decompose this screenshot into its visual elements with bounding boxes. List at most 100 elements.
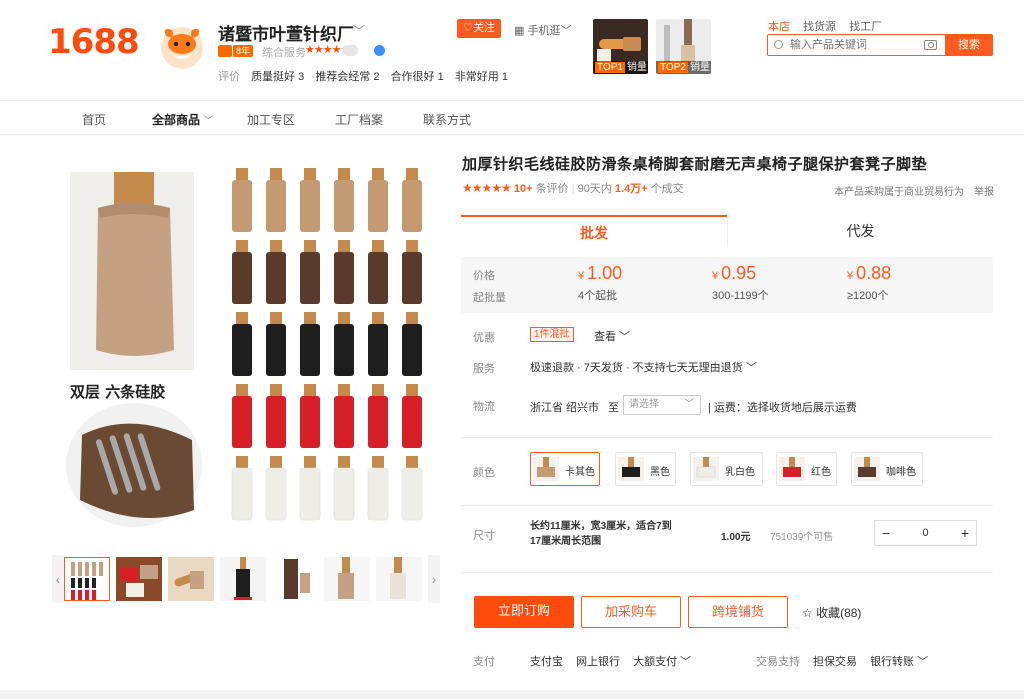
- price-tier: ¥1.00 4个起批: [578, 263, 622, 303]
- trade-support-methods: 担保交易 银行转账 ﹀: [813, 653, 938, 669]
- gallery-caption: 双层 六条硅胶: [70, 383, 165, 401]
- promo-label: 优惠: [473, 332, 495, 344]
- nav-all-products-label: 全部商品: [152, 113, 201, 127]
- logistics-label: 物流: [473, 401, 495, 413]
- thumbnail-strip: ‹ ›: [52, 555, 442, 603]
- payment-methods: 支付宝 网上银行 大额支付 ﹀: [530, 653, 701, 669]
- favorite-button[interactable]: ☆ 收藏(88): [802, 604, 861, 621]
- destination-select[interactable]: 请选择 ﹀: [623, 395, 701, 415]
- ship-from: 浙江省 绍兴市: [530, 402, 600, 414]
- increment-button[interactable]: +: [954, 521, 976, 545]
- sock-sample: [368, 180, 388, 232]
- product-gallery: 双层 六条硅胶 ‹ ›: [52, 150, 442, 610]
- thumbnail[interactable]: [376, 557, 422, 601]
- top-rank-label: 销量: [689, 62, 710, 73]
- price-box: 价格 起批量 ¥1.00 4个起批 ¥0.95 300-1199个 ¥0.88 …: [461, 257, 993, 313]
- ship-to: 至: [608, 402, 619, 414]
- color-option-cream[interactable]: 乳白色: [690, 452, 763, 486]
- chair-leg: [338, 384, 350, 398]
- color-swatch: [779, 457, 805, 481]
- chair-leg: [236, 240, 248, 254]
- follow-button[interactable]: ♡关注: [457, 19, 501, 38]
- service-text[interactable]: 极速退款 · 7天发货 · 不支持七天无理由退货 ﹀: [530, 359, 757, 375]
- trade-method: 担保交易: [813, 656, 857, 668]
- thumbnail[interactable]: [324, 557, 370, 601]
- main-product-image[interactable]: 双层 六条硅胶: [52, 150, 437, 542]
- sold-count: 1.4万+: [614, 183, 648, 195]
- thumbnail-image: [324, 557, 370, 601]
- thumbnail[interactable]: [168, 557, 214, 601]
- payment-method[interactable]: 大额支付 ﹀: [633, 656, 691, 668]
- mobile-link[interactable]: ▦ 手机逛﹀: [514, 22, 571, 38]
- tier-price-value: 0.95: [721, 263, 757, 283]
- sock-sample: [266, 396, 286, 448]
- shop-header: 1688 诸暨市叶萱针织厂 ﹀ 8年 综合服务 ★★★★★ 评价 质量挺好 3 …: [0, 0, 1024, 100]
- top-product-2[interactable]: TOP2 销量: [656, 19, 711, 74]
- trade-method[interactable]: 银行转账 ﹀: [870, 656, 928, 668]
- shop-nav: 首页 全部商品 ﹀ 加工专区 工厂档案 联系方式: [0, 100, 1024, 135]
- scope-tab-shop[interactable]: 本店: [768, 21, 790, 33]
- scope-tab-source[interactable]: 找货源: [803, 21, 836, 33]
- decrement-button[interactable]: −: [875, 521, 897, 545]
- thumb-prev-arrow[interactable]: ‹: [52, 555, 64, 603]
- nav-factory-profile[interactable]: 工厂档案: [335, 111, 383, 128]
- shop-avatar[interactable]: [158, 22, 206, 70]
- shop-name[interactable]: 诸暨市叶萱针织厂: [218, 20, 354, 45]
- chair-leg: [406, 384, 418, 398]
- scope-tab-factory[interactable]: 找工厂: [849, 21, 882, 33]
- color-option-black[interactable]: 黑色: [615, 452, 676, 486]
- color-option-red[interactable]: 红色: [776, 452, 837, 486]
- camera-icon[interactable]: [924, 40, 937, 50]
- chair-leg: [304, 168, 316, 182]
- nav-home[interactable]: 首页: [82, 111, 106, 128]
- shop-years-badge: 8年: [233, 45, 254, 57]
- add-to-cart-button[interactable]: 加采购车: [581, 596, 681, 628]
- sock-sample: [368, 324, 388, 376]
- promo-view-link[interactable]: 查看 ﹀: [594, 328, 630, 344]
- quantity-input[interactable]: 0: [897, 521, 954, 545]
- nav-all-products[interactable]: 全部商品 ﹀: [152, 111, 213, 128]
- color-option-khaki[interactable]: 卡其色: [530, 452, 600, 486]
- cross-border-button[interactable]: 跨境铺货: [688, 596, 788, 628]
- tier-price-value: 0.88: [856, 263, 892, 283]
- chair-leg: [304, 240, 316, 254]
- nav-processing[interactable]: 加工专区: [247, 111, 295, 128]
- sold-prefix: 90天内: [577, 183, 612, 195]
- color-option-coffee[interactable]: 咖啡色: [851, 452, 923, 486]
- tab-dropship[interactable]: 代发: [727, 215, 993, 247]
- rating-stars: ★★★★★: [462, 181, 512, 195]
- qty-label: 起批量: [473, 292, 506, 304]
- chevron-down-icon[interactable]: ﹀: [353, 22, 365, 39]
- tier-qty: 4个起批: [578, 290, 618, 302]
- thumbnail[interactable]: [116, 557, 162, 601]
- price-tier: ¥0.88 ≥1200个: [847, 263, 891, 303]
- sock-sample: [265, 467, 287, 521]
- sock-sample: [334, 324, 354, 376]
- report-link[interactable]: 举报: [974, 183, 994, 198]
- thumb-next-arrow[interactable]: ›: [428, 555, 440, 603]
- nav-contact[interactable]: 联系方式: [423, 111, 471, 128]
- chevron-down-icon: ﹀: [684, 399, 694, 410]
- thumbnail[interactable]: [64, 557, 110, 601]
- sock-sample: [334, 252, 354, 304]
- thumbnail[interactable]: [272, 557, 318, 601]
- sock-sample: [300, 252, 320, 304]
- site-logo[interactable]: 1688: [48, 22, 140, 62]
- thumbnail[interactable]: [220, 557, 266, 601]
- buy-now-button[interactable]: 立即订购: [474, 596, 574, 628]
- size-stock: 751039个可售: [770, 532, 834, 543]
- chair-leg: [406, 168, 418, 182]
- thumbnail-image: [220, 557, 266, 601]
- top-product-1[interactable]: TOP1 销量: [593, 19, 648, 74]
- thumbnail-image: [272, 557, 318, 601]
- shipping-fee: | 运费：选择收货地后展示运费: [708, 402, 857, 414]
- chair-leg: [304, 384, 316, 398]
- reviews-count[interactable]: 10+: [514, 183, 533, 195]
- sock-sample: [266, 252, 286, 304]
- search-button[interactable]: 搜索: [945, 34, 993, 56]
- reviews-label: 条评价: [535, 183, 569, 195]
- tab-wholesale[interactable]: 批发: [461, 215, 727, 247]
- divider: [461, 505, 993, 506]
- eval-label: 评价: [218, 71, 240, 83]
- search-input[interactable]: [768, 35, 908, 55]
